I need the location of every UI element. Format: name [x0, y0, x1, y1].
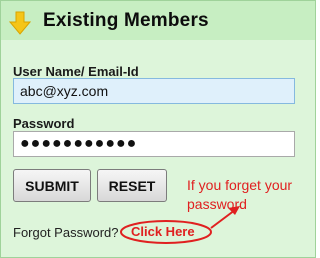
- username-input[interactable]: [13, 78, 295, 104]
- forgot-hint-annotation: If you forget your password: [187, 177, 293, 212]
- password-input[interactable]: [13, 131, 295, 157]
- panel-header: Existing Members: [1, 1, 315, 40]
- login-panel: Existing Members User Name/ Email-Id Pas…: [0, 0, 316, 258]
- forgot-password-text: Forgot Password?: [13, 225, 119, 240]
- submit-button[interactable]: SUBMIT: [13, 169, 91, 202]
- reset-button[interactable]: RESET: [97, 169, 167, 202]
- password-label: Password: [13, 116, 75, 131]
- click-here-link[interactable]: Click Here: [131, 224, 195, 239]
- down-arrow-icon: [9, 11, 31, 35]
- panel-title: Existing Members: [43, 10, 209, 31]
- username-label: User Name/ Email-Id: [13, 64, 139, 79]
